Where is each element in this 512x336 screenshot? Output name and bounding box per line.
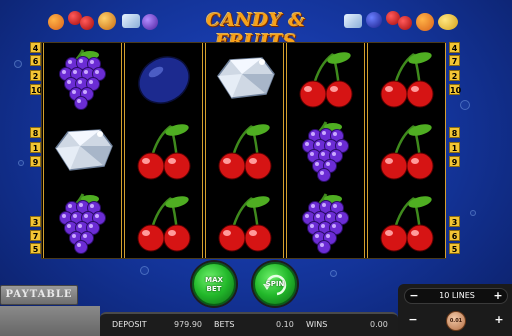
payline-indicator[interactable]: 7 (449, 55, 460, 66)
payline-indicator[interactable]: 5 (449, 243, 460, 254)
payline-indicator[interactable]: 3 (449, 216, 460, 227)
cherries-symbol-icon (368, 115, 445, 186)
payline-indicator[interactable]: 10 (30, 84, 42, 95)
bubble-decoration (470, 210, 476, 216)
coin-decrease-button[interactable]: − (406, 313, 420, 327)
grapes-symbol-icon (44, 43, 121, 114)
cherries-symbol-icon (125, 115, 202, 186)
bets-label: BETS (214, 320, 235, 329)
payline-indicator[interactable]: 2 (449, 70, 460, 81)
payline-indicator[interactable]: 1 (449, 142, 460, 153)
bottom-left-panel (0, 306, 100, 336)
cherries-symbol-icon (368, 187, 445, 258)
cherries-symbol-icon (125, 187, 202, 258)
fruit-decoration-left (40, 8, 160, 34)
bubble-decoration (14, 60, 22, 68)
spin-label: SPIN (265, 280, 285, 288)
game-stage: CANDY & FRUITS 4 6 2 10 8 1 9 3 7 5 4 7 … (0, 0, 512, 336)
reel-2 (124, 43, 203, 258)
bubble-decoration (140, 266, 149, 275)
reel-1 (43, 43, 122, 258)
coin-icon: 0.01 (446, 311, 466, 331)
lines-increase-button[interactable]: + (491, 289, 505, 303)
bets-value: 0.10 (276, 320, 294, 329)
wins-value: 0.00 (370, 320, 388, 329)
payline-indicator[interactable]: 3 (30, 216, 41, 227)
payline-indicator[interactable]: 4 (30, 42, 41, 53)
payline-indicator[interactable]: 6 (449, 230, 460, 241)
reel-5 (367, 43, 446, 258)
max-bet-label: MAX BET (205, 276, 223, 293)
header: CANDY & FRUITS (0, 0, 512, 52)
cherries-symbol-icon (287, 43, 364, 114)
payline-indicator[interactable]: 7 (30, 230, 41, 241)
paylines-right: 4 7 2 10 8 1 9 3 6 5 (449, 42, 461, 257)
coin-increase-button[interactable]: + (492, 313, 506, 327)
coin-value-selector: − 0.01 + (404, 310, 508, 331)
lines-selector: − 10 LINES + (404, 288, 508, 304)
lines-value: 10 LINES (439, 291, 475, 300)
payline-indicator[interactable]: 5 (30, 243, 41, 254)
coin-value: 0.01 (449, 318, 463, 324)
plum-symbol-icon (125, 43, 202, 114)
grapes-symbol-icon (287, 115, 364, 186)
spin-button[interactable]: SPIN (253, 262, 297, 306)
payline-indicator[interactable]: 6 (30, 55, 41, 66)
deposit-label: DEPOSIT (112, 320, 147, 329)
payline-indicator[interactable]: 8 (449, 127, 460, 138)
wins-label: WINS (306, 320, 328, 329)
bubble-decoration (460, 100, 470, 110)
bubble-decoration (330, 270, 337, 277)
payline-indicator[interactable]: 9 (449, 156, 460, 167)
max-bet-button[interactable]: MAX BET (192, 262, 236, 306)
reel-3 (205, 43, 284, 258)
payline-indicator[interactable]: 2 (30, 70, 41, 81)
cherries-symbol-icon (206, 187, 283, 258)
deposit-value: 979.90 (174, 320, 202, 329)
paytable-button[interactable]: PAYTABLE (0, 285, 78, 305)
lines-decrease-button[interactable]: − (407, 289, 421, 303)
payline-indicator[interactable]: 1 (30, 142, 41, 153)
bubble-decoration (18, 160, 24, 166)
diamond-symbol-icon (206, 43, 283, 114)
reel-area (41, 42, 446, 259)
reel-4 (286, 43, 365, 258)
payline-indicator[interactable]: 10 (449, 84, 461, 95)
diamond-symbol-icon (44, 115, 121, 186)
grapes-symbol-icon (287, 187, 364, 258)
grapes-symbol-icon (44, 187, 121, 258)
fruit-decoration-right (340, 8, 470, 34)
status-bar: DEPOSIT 979.90 BETS 0.10 WINS 0.00 (100, 312, 398, 336)
game-title: CANDY & FRUITS (206, 10, 306, 52)
payline-indicator[interactable]: 9 (30, 156, 41, 167)
payline-indicator[interactable]: 8 (30, 127, 41, 138)
cherries-symbol-icon (368, 43, 445, 114)
cherries-symbol-icon (206, 115, 283, 186)
payline-indicator[interactable]: 4 (449, 42, 460, 53)
